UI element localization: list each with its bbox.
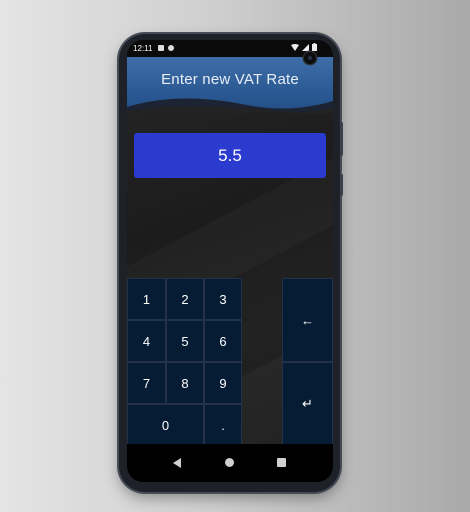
key-4[interactable]: 4 <box>127 320 166 362</box>
status-bar: 12:11 <box>127 40 333 57</box>
status-icons <box>291 43 317 53</box>
key-5[interactable]: 5 <box>166 320 204 362</box>
camera-icon <box>304 52 316 64</box>
power-button <box>340 174 343 196</box>
key-decimal[interactable]: . <box>204 404 242 446</box>
key-3[interactable]: 3 <box>204 278 242 320</box>
sync-icon <box>168 45 174 51</box>
battery-icon <box>312 43 317 53</box>
key-8[interactable]: 8 <box>166 362 204 404</box>
key-1[interactable]: 1 <box>127 278 166 320</box>
system-nav-bar <box>127 444 333 482</box>
wifi-icon <box>291 43 299 53</box>
key-7[interactable]: 7 <box>127 362 166 404</box>
vat-rate-display[interactable]: 5.5 <box>134 133 326 178</box>
recents-icon[interactable] <box>277 458 286 467</box>
status-time: 12:11 <box>133 44 153 53</box>
back-icon[interactable] <box>173 458 181 468</box>
sim-icon <box>158 45 164 51</box>
phone-screen: 12:11 Enter new VAT Rate 5.5 1 2 3 ← 4 5… <box>127 40 333 482</box>
vat-rate-value: 5.5 <box>218 145 242 165</box>
enter-key[interactable]: ↵ <box>282 362 333 446</box>
key-2[interactable]: 2 <box>166 278 204 320</box>
header-wave <box>127 98 333 113</box>
app-body: Enter new VAT Rate 5.5 1 2 3 ← 4 5 6 7 8… <box>127 57 333 446</box>
key-0[interactable]: 0 <box>127 404 204 446</box>
home-icon[interactable] <box>225 458 234 467</box>
key-6[interactable]: 6 <box>204 320 242 362</box>
number-keypad: 1 2 3 ← 4 5 6 7 8 9 ↵ 0 . <box>127 278 333 446</box>
header-bar: Enter new VAT Rate <box>127 57 333 113</box>
volume-button <box>340 122 343 156</box>
backspace-key[interactable]: ← <box>282 278 333 362</box>
key-9[interactable]: 9 <box>204 362 242 404</box>
page-title: Enter new VAT Rate <box>161 71 299 88</box>
